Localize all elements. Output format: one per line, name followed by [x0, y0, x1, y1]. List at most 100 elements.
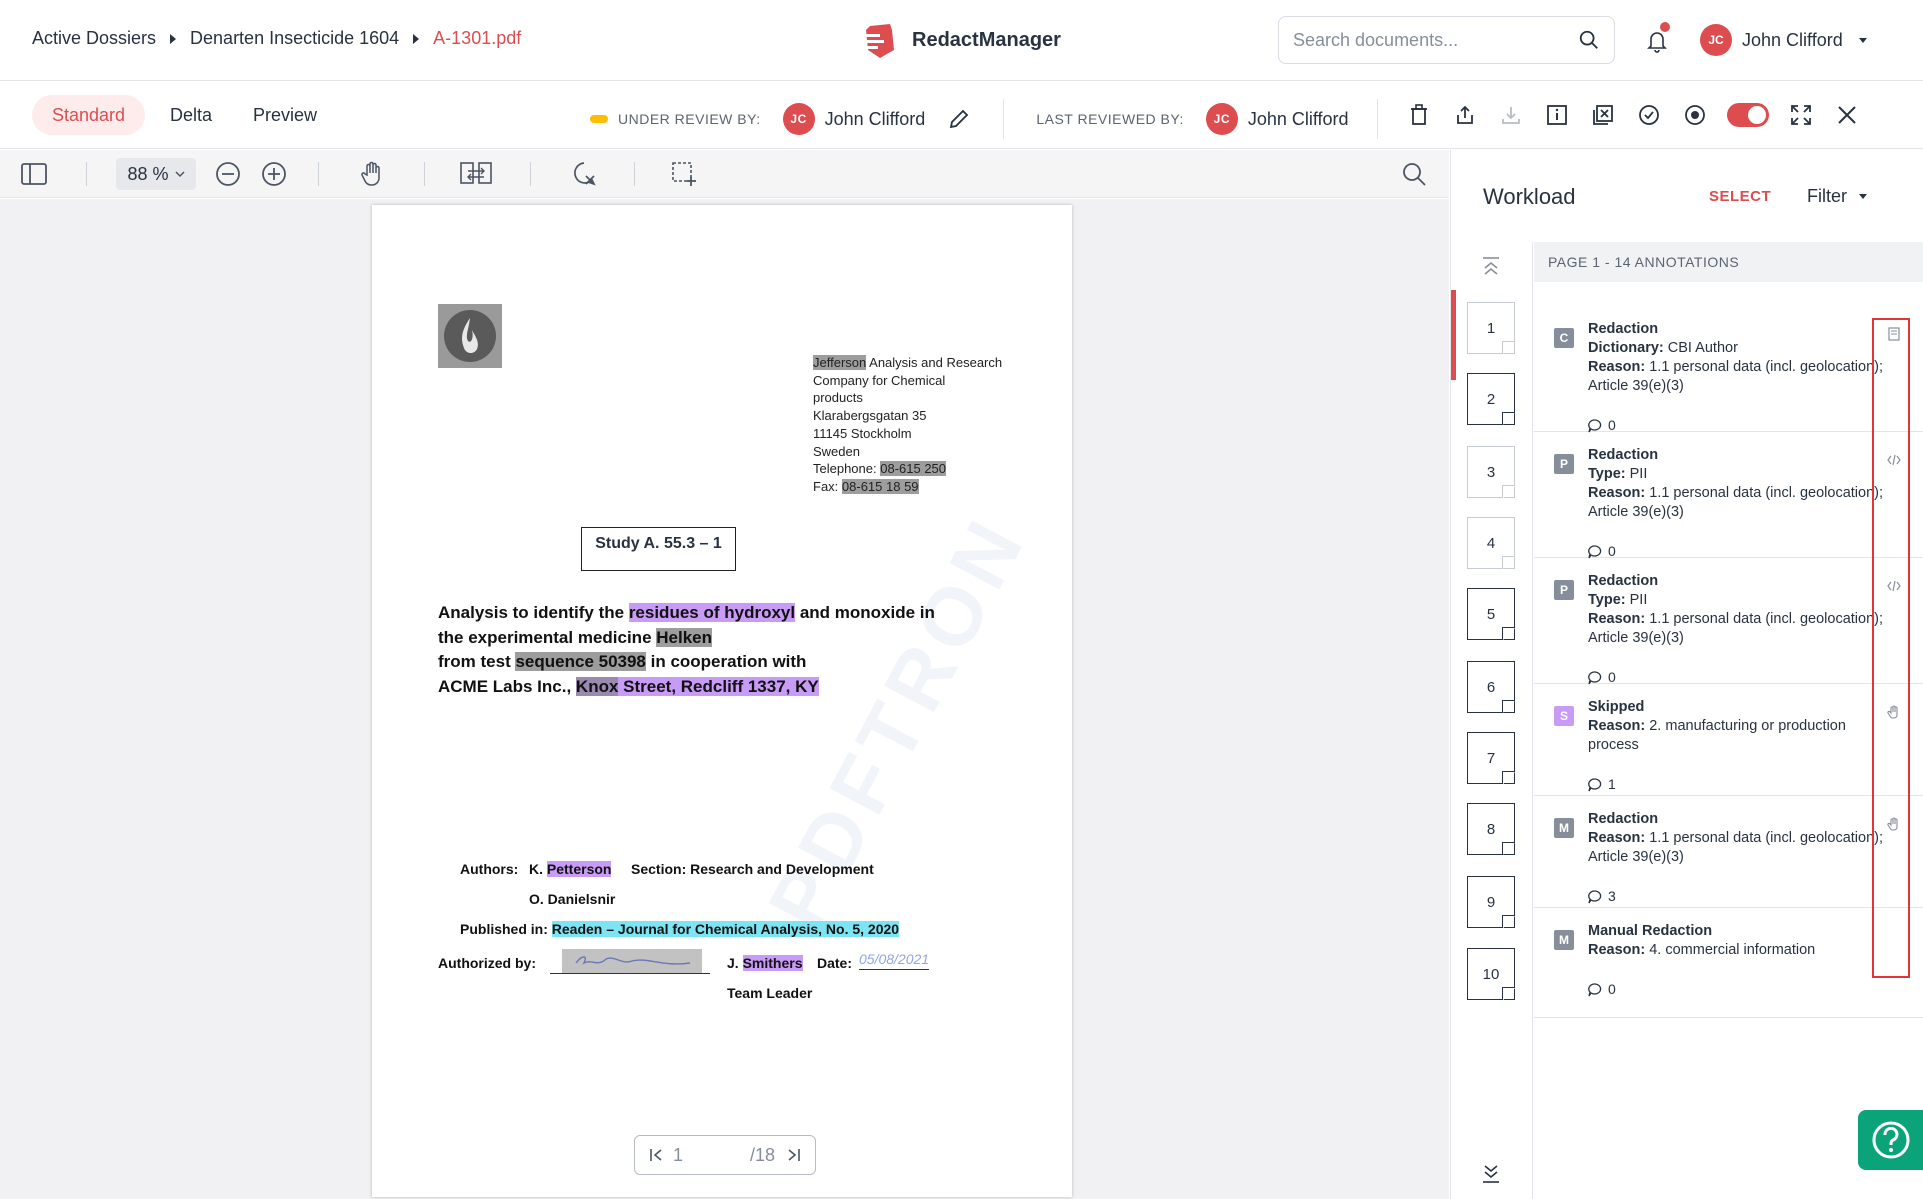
redactmanager-logo-icon: [862, 24, 894, 58]
address-line: Sweden: [813, 443, 860, 459]
tab-delta[interactable]: Delta: [150, 95, 232, 135]
redacted-text[interactable]: sequence 50398: [515, 652, 646, 671]
approve-button[interactable]: [1635, 99, 1663, 131]
highlight-annotation[interactable]: Street, Redcliff 1337, KY: [618, 676, 819, 696]
annotation-list: C Redaction Dictionary: CBI Author Reason: …: [1534, 282, 1923, 1199]
info-button[interactable]: [1543, 99, 1571, 131]
notifications-button[interactable]: [1640, 22, 1674, 58]
tab-standard[interactable]: Standard: [32, 95, 146, 135]
search-document-button[interactable]: [1398, 158, 1430, 190]
redacted-text[interactable]: Helken: [656, 627, 712, 647]
sidebar-icon: [21, 163, 47, 185]
comments-count[interactable]: 3: [1588, 887, 1888, 906]
page-thumbnail[interactable]: 5: [1467, 588, 1515, 640]
comments-count[interactable]: 1: [1588, 775, 1888, 794]
clear-annotations-button[interactable]: [568, 158, 600, 190]
edit-icon[interactable]: [947, 107, 971, 131]
breadcrumb-active-dossiers[interactable]: Active Dossiers: [32, 28, 156, 49]
page-thumbnail[interactable]: 3: [1467, 446, 1515, 498]
comments-value: 3: [1608, 888, 1616, 904]
page-navigator: 1 /18: [634, 1135, 816, 1175]
redacted-company[interactable]: Jefferson: [813, 355, 867, 370]
zoom-in-button[interactable]: [258, 158, 290, 190]
comments-value: 1: [1608, 776, 1616, 792]
rectangle-select-button[interactable]: [668, 158, 700, 190]
record-button[interactable]: [1681, 99, 1709, 131]
expand-icon: [1791, 105, 1811, 125]
highlight-annotation[interactable]: Readen – Journal for Chemical Analysis, …: [551, 921, 900, 937]
annotation-title: Redaction: [1588, 573, 1659, 589]
current-page[interactable]: 1: [673, 1145, 683, 1166]
search-icon[interactable]: [1578, 29, 1600, 51]
annotation-actions-highlight: [1872, 318, 1910, 978]
redaction-toggle[interactable]: [1727, 103, 1769, 127]
divider: [318, 162, 319, 186]
document-title: Analysis to identify the residues of hyd…: [438, 601, 998, 699]
toggle-sidebar-button[interactable]: [18, 158, 50, 190]
page-thumbnail[interactable]: 6: [1467, 661, 1515, 713]
document-page[interactable]: PDFTRON Jefferson Analysis and Research …: [372, 205, 1072, 1197]
close-button[interactable]: [1833, 99, 1861, 131]
annotation-card[interactable]: P Redaction Type: PII Reason: 1.1 personal …: [1534, 432, 1923, 559]
search-box[interactable]: [1278, 16, 1615, 64]
zoom-out-button[interactable]: [212, 158, 244, 190]
download-button[interactable]: [1497, 99, 1525, 131]
scroll-to-top-icon[interactable]: [1479, 256, 1503, 276]
first-page-icon[interactable]: [649, 1147, 665, 1163]
highlight-annotation[interactable]: Smithers: [742, 955, 803, 971]
pan-tool-button[interactable]: [356, 158, 388, 190]
select-button[interactable]: SELECT: [1709, 188, 1771, 205]
annotation-card[interactable]: M Redaction Reason: 1.1 personal data (inc…: [1534, 796, 1923, 908]
tab-preview[interactable]: Preview: [233, 95, 337, 135]
zoom-select[interactable]: 88 %: [116, 158, 196, 190]
filter-dropdown[interactable]: Filter: [1807, 186, 1867, 207]
delete-button[interactable]: [1405, 99, 1433, 131]
annotation-card[interactable]: C Redaction Dictionary: CBI Author Reason: …: [1534, 306, 1923, 433]
page-thumbnail[interactable]: 9: [1467, 876, 1515, 928]
redacted-text[interactable]: Knox: [575, 676, 619, 696]
annotation-card[interactable]: S Skipped Reason: 2. manufacturing or prod…: [1534, 684, 1923, 796]
export-button[interactable]: [1451, 99, 1479, 131]
role-label: Team Leader: [727, 985, 813, 1001]
annotation-title: Redaction: [1588, 811, 1659, 827]
redacted-telephone[interactable]: 08-615 250: [880, 461, 947, 477]
chevron-down-icon: [1858, 37, 1867, 43]
annotation-card[interactable]: M Manual Redaction Reason: 4. commercial i…: [1534, 908, 1923, 1018]
date-value[interactable]: 05/08/2021: [859, 951, 930, 970]
fullscreen-button[interactable]: [1787, 99, 1815, 131]
redacted-fax[interactable]: 08-615 18 59: [841, 478, 919, 494]
annotation-type-badge: M: [1554, 818, 1574, 838]
breadcrumb-dossier[interactable]: Denarten Insecticide 1604: [190, 28, 399, 49]
help-button[interactable]: [1858, 1110, 1923, 1170]
compare-icon: [460, 162, 492, 184]
scroll-to-bottom-icon[interactable]: [1479, 1164, 1503, 1184]
redacted-signature[interactable]: [562, 949, 702, 973]
address-line: 11145 Stockholm: [813, 425, 912, 441]
avatar: JC: [1700, 24, 1732, 56]
author-initial: K.: [529, 861, 547, 877]
highlight-annotation[interactable]: Petterson: [546, 861, 612, 877]
annotation-field-label: Type:: [1588, 466, 1626, 482]
divider: [86, 162, 87, 186]
highlight-annotation[interactable]: residues of hydroxyl: [628, 603, 796, 622]
user-name: John Clifford: [1742, 29, 1843, 50]
user-menu[interactable]: JC John Clifford: [1700, 24, 1867, 56]
page-thumbnail[interactable]: 8: [1467, 803, 1515, 855]
page-thumbnail[interactable]: 7: [1467, 732, 1515, 784]
search-input[interactable]: [1293, 29, 1578, 51]
app-name: RedactManager: [912, 28, 1061, 51]
last-page-icon[interactable]: [785, 1147, 801, 1163]
page-thumbnail[interactable]: 4: [1467, 517, 1515, 569]
comments-count[interactable]: 0: [1588, 980, 1888, 999]
page-thumbnail[interactable]: 2: [1467, 373, 1515, 425]
search-icon: [1403, 163, 1426, 186]
filter-label: Filter: [1807, 186, 1847, 206]
annotation-card[interactable]: P Redaction Type: PII Reason: 1.1 personal …: [1534, 558, 1923, 685]
page-thumbnail[interactable]: 10: [1467, 948, 1515, 1000]
app-logo[interactable]: RedactManager: [860, 20, 1061, 60]
breadcrumb-file[interactable]: A-1301.pdf: [433, 28, 521, 49]
excel-export-button[interactable]: [1589, 99, 1617, 131]
page-thumbnail[interactable]: 1: [1467, 302, 1515, 354]
zoom-out-icon: [216, 162, 240, 186]
compare-button[interactable]: [460, 158, 492, 190]
